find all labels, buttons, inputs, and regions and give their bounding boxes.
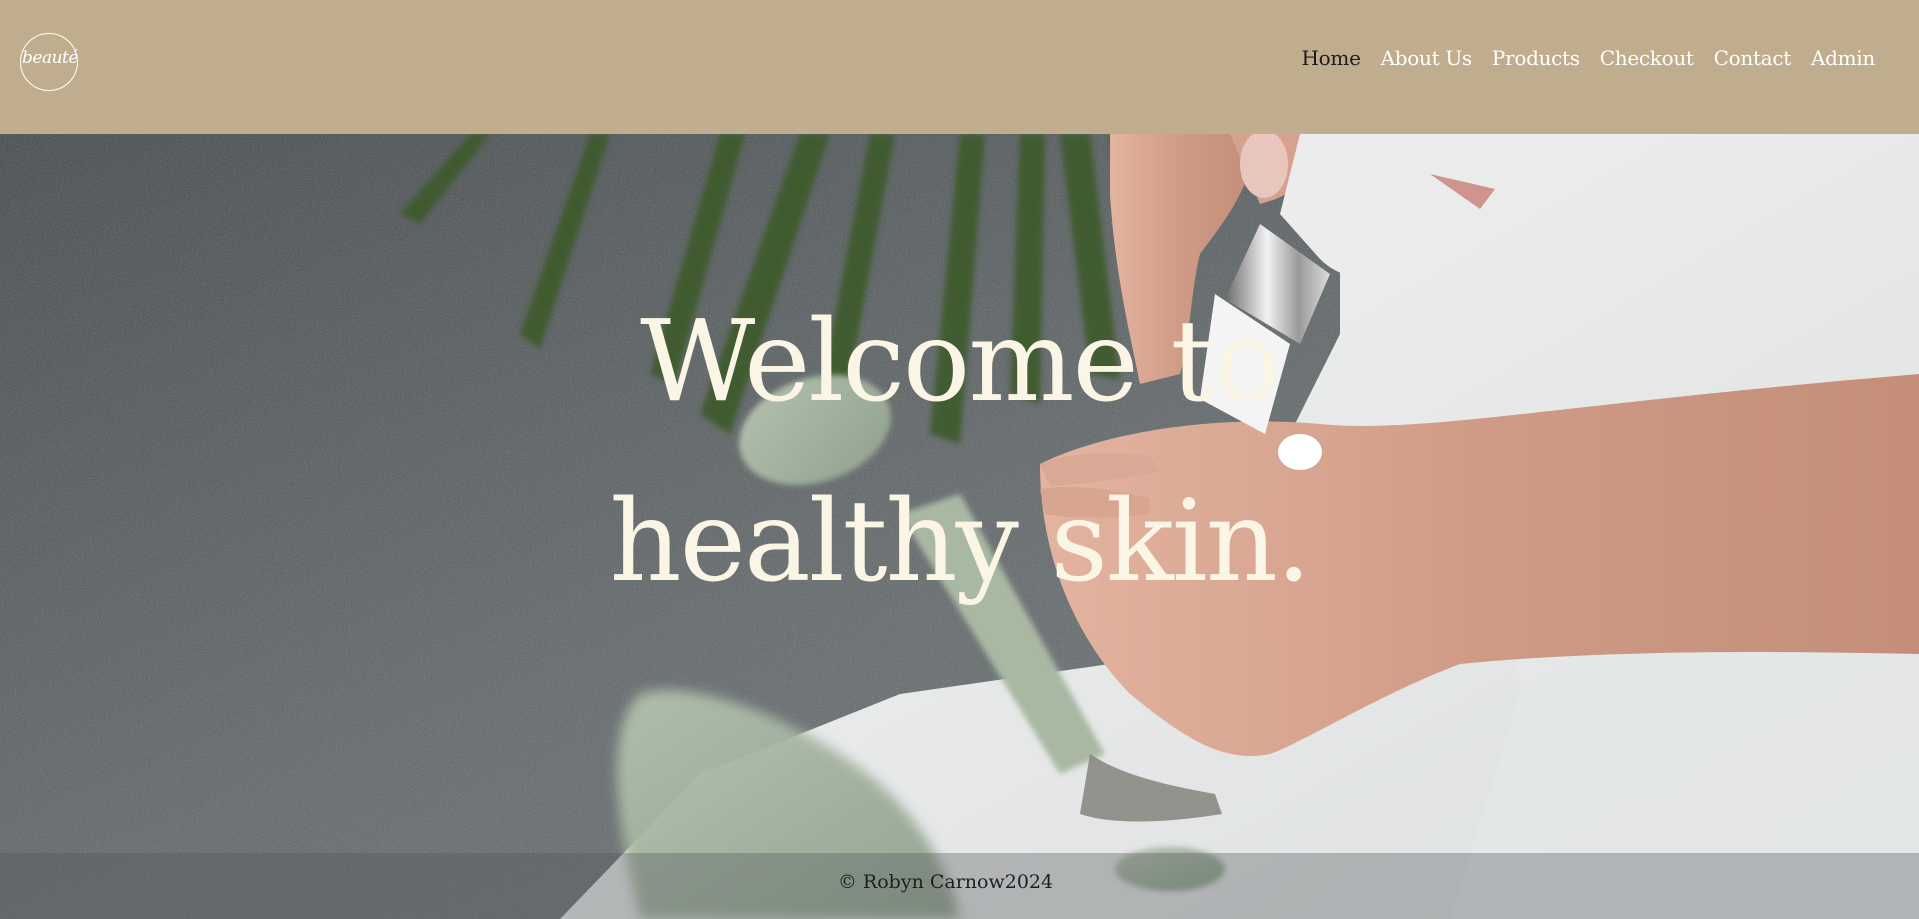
site-header: beauté Home About Us Products Checkout C…	[0, 0, 1919, 134]
nav-link-admin[interactable]: Admin	[1811, 46, 1875, 70]
hero-section: Welcome to healthy skin.	[0, 134, 1919, 919]
nav-link-about-us[interactable]: About Us	[1381, 46, 1473, 70]
page: beauté Home About Us Products Checkout C…	[0, 0, 1919, 919]
nav-link-contact[interactable]: Contact	[1714, 46, 1792, 70]
main-nav: Home About Us Products Checkout Contact …	[1302, 46, 1876, 70]
site-footer: © Robyn Carnow2024	[0, 853, 1919, 919]
nav-link-home[interactable]: Home	[1302, 46, 1361, 70]
hero-headline-line-2: healthy skin.	[609, 477, 1312, 607]
logo-text: beauté	[22, 48, 78, 68]
copyright-text: © Robyn Carnow2024	[837, 871, 1054, 893]
brand-logo[interactable]: beauté	[20, 33, 78, 91]
nav-link-checkout[interactable]: Checkout	[1600, 46, 1694, 70]
nav-link-products[interactable]: Products	[1492, 46, 1580, 70]
hero-headline: Welcome to healthy skin.	[0, 272, 1919, 632]
hero-headline-line-1: Welcome to	[640, 297, 1281, 427]
